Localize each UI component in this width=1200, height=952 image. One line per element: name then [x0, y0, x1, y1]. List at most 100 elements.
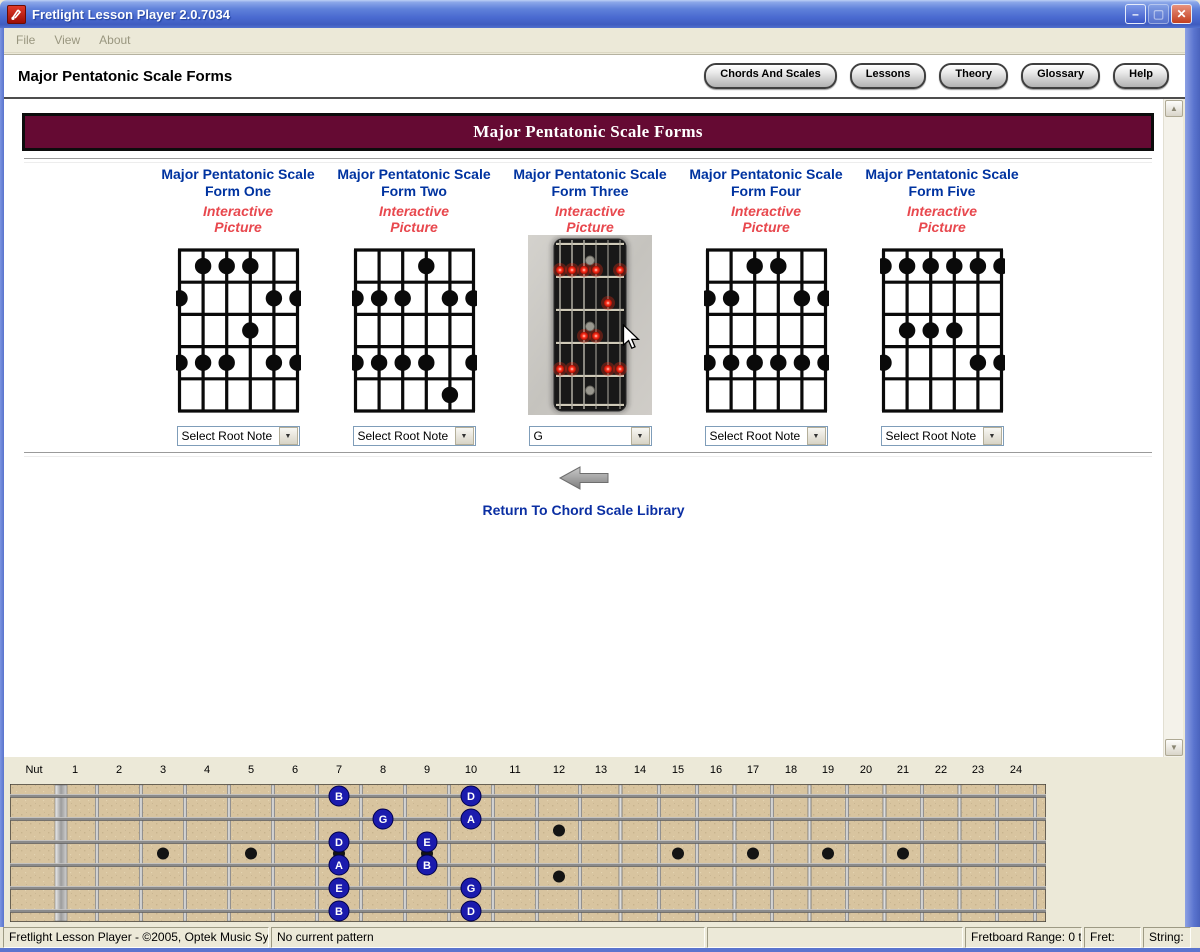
return-area: Return To Chord Scale Library [4, 465, 1163, 518]
fret-number-22: 22 [934, 764, 948, 776]
fret-number-11: 11 [509, 764, 521, 776]
status-section-3 [707, 927, 963, 948]
scale-form-diagram[interactable] [703, 248, 829, 414]
status-section-6: String: [1143, 927, 1191, 948]
svg-text:D: D [335, 837, 343, 849]
root-note-value: Select Root Note [181, 429, 273, 443]
fret-number-19: 19 [821, 764, 835, 776]
menu-item-about[interactable]: About [96, 31, 133, 49]
nav-button-chords-and-scales[interactable]: Chords And Scales [704, 63, 837, 89]
fret-number-16: 16 [709, 764, 723, 776]
interactive-picture-label: Interactive Picture [906, 203, 978, 235]
window-border-right [1185, 28, 1200, 948]
menu-bar: File View About [4, 28, 1194, 53]
fret-number-7: 7 [335, 764, 343, 776]
fret-number-1: 1 [71, 764, 79, 776]
note-marker-B-fret7-string1: B [328, 785, 350, 807]
note-marker-G-fret10-string5: G [460, 877, 482, 899]
interactive-fretboard-picture[interactable] [528, 235, 652, 415]
dropdown-arrow-icon[interactable]: ▼ [278, 427, 298, 445]
status-bar: Fretlight Lesson Player - ©2005, Optek M… [0, 927, 1200, 948]
root-note-value: G [533, 429, 543, 443]
svg-text:B: B [423, 860, 431, 872]
fret-number-18: 18 [784, 764, 798, 776]
svg-text:E: E [423, 837, 430, 849]
root-note-value: Select Root Note [357, 429, 449, 443]
minimize-button[interactable]: – [1125, 4, 1146, 24]
fret-number-17: 17 [746, 764, 760, 776]
nut-label: Nut [25, 764, 43, 776]
svg-text:G: G [467, 883, 476, 895]
content-scrollbar[interactable]: ▲ ▼ [1163, 99, 1184, 757]
svg-text:G: G [379, 814, 388, 826]
fret-number-2: 2 [115, 764, 123, 776]
fret-number-14: 14 [633, 764, 647, 776]
dropdown-arrow-icon[interactable]: ▼ [982, 427, 1002, 445]
note-marker-A-fret7-string4: A [328, 854, 350, 876]
root-note-select[interactable]: G ▼ [528, 426, 652, 446]
note-marker-G-fret8-string2: G [372, 808, 394, 830]
fret-number-23: 23 [971, 764, 985, 776]
fret-number-21: 21 [896, 764, 910, 776]
dropdown-arrow-icon[interactable]: ▼ [454, 427, 474, 445]
nav-button-theory[interactable]: Theory [939, 63, 1009, 89]
form-title: Major Pentatonic Scale Form Three [513, 166, 667, 199]
root-note-select[interactable]: Select Root Note ▼ [176, 426, 300, 446]
scale-form-column-form-two: Major Pentatonic Scale Form Two Interactiv… [324, 166, 504, 446]
svg-text:A: A [467, 814, 475, 826]
return-to-library-link[interactable]: Return To Chord Scale Library [4, 502, 1163, 518]
interactive-picture-label: Interactive Picture [730, 203, 802, 235]
window-title: Fretlight Lesson Player 2.0.7034 [32, 6, 230, 22]
back-arrow-icon[interactable] [558, 465, 610, 495]
fret-number-3: 3 [159, 764, 167, 776]
fret-number-5: 5 [247, 764, 255, 776]
fret-number-20: 20 [859, 764, 873, 776]
divider [24, 452, 1152, 457]
form-title: Major Pentatonic Scale Form Five [865, 166, 1019, 199]
note-marker-D-fret10-string1: D [460, 785, 482, 807]
interactive-picture-label: Interactive Picture [202, 203, 274, 235]
svg-text:E: E [335, 883, 342, 895]
status-section-4: Fretboard Range: 0 to 21 [965, 927, 1082, 948]
menu-item-view[interactable]: View [51, 31, 83, 49]
close-button[interactable]: ✕ [1171, 4, 1192, 24]
note-marker-A-fret10-string2: A [460, 808, 482, 830]
fretboard-display: BDGADEABEGBD [9, 783, 1047, 927]
divider [24, 158, 1152, 163]
svg-text:B: B [335, 906, 343, 918]
svg-text:B: B [335, 791, 343, 803]
status-section-5: Fret: [1084, 927, 1141, 948]
dropdown-arrow-icon[interactable]: ▼ [630, 427, 650, 445]
scale-form-diagram[interactable] [351, 248, 477, 414]
nav-buttons: Chords And Scales Lessons Theory Glossary He… [704, 63, 1169, 89]
scale-form-diagram[interactable] [175, 248, 301, 414]
nav-button-lessons[interactable]: Lessons [849, 63, 927, 89]
fret-number-13: 13 [594, 764, 608, 776]
scale-form-diagram[interactable] [879, 248, 1005, 414]
title-bar[interactable]: Fretlight Lesson Player 2.0.7034 – ▢ ✕ [0, 0, 1200, 28]
scroll-down-button[interactable]: ▼ [1165, 739, 1183, 756]
root-note-select[interactable]: Select Root Note ▼ [880, 426, 1004, 446]
page-header: Major Pentatonic Scale Forms Chords And … [4, 54, 1185, 99]
content-panel: Major Pentatonic Scale Forms Major Penta… [4, 99, 1163, 757]
menu-item-file[interactable]: File [13, 31, 38, 49]
fret-number-12: 12 [552, 764, 566, 776]
fret-number-15: 15 [671, 764, 685, 776]
window-border-bottom [0, 948, 1200, 952]
nav-button-help[interactable]: Help [1113, 63, 1169, 89]
fret-number-24: 24 [1009, 764, 1023, 776]
nav-button-glossary[interactable]: Glossary [1021, 63, 1101, 89]
svg-text:D: D [467, 791, 475, 803]
note-marker-B-fret7-string6: B [328, 900, 350, 922]
dropdown-arrow-icon[interactable]: ▼ [806, 427, 826, 445]
root-note-select[interactable]: Select Root Note ▼ [704, 426, 828, 446]
note-marker-E-fret9-string3: E [416, 831, 438, 853]
app-icon [7, 4, 26, 24]
fret-number-8: 8 [379, 764, 387, 776]
scroll-up-button[interactable]: ▲ [1165, 100, 1183, 117]
page-title: Major Pentatonic Scale Forms [18, 67, 233, 85]
maximize-button[interactable]: ▢ [1148, 4, 1169, 24]
note-marker-D-fret10-string6: D [460, 900, 482, 922]
scale-form-column-form-one: Major Pentatonic Scale Form One Interactiv… [148, 166, 328, 446]
root-note-select[interactable]: Select Root Note ▼ [352, 426, 476, 446]
